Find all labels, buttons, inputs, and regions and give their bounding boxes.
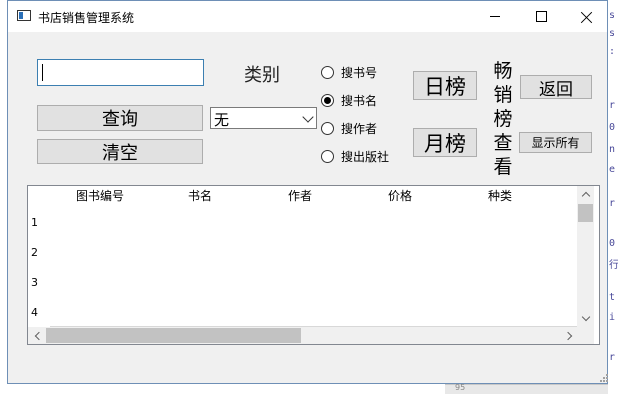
text-caret: [42, 64, 43, 81]
table-cell[interactable]: [350, 236, 451, 267]
table-cell[interactable]: [250, 236, 351, 267]
column-header[interactable]: 图书编号: [50, 186, 151, 206]
column-header[interactable]: 书名: [150, 186, 251, 206]
scroll-left-icon[interactable]: [34, 331, 44, 341]
table-cell[interactable]: [250, 206, 351, 237]
month-rank-button[interactable]: 月榜: [413, 128, 477, 157]
radio-button[interactable]: [321, 121, 334, 135]
app-icon: [17, 10, 31, 21]
bestseller-char: 畅: [493, 60, 513, 82]
table-cell[interactable]: [550, 236, 578, 267]
radio-label: 搜出版社: [341, 149, 390, 164]
radio-label: 搜书号: [341, 65, 378, 80]
table-cell[interactable]: [350, 296, 451, 327]
scroll-up-icon[interactable]: [581, 191, 591, 201]
table-corner: [28, 186, 51, 206]
close-icon: [581, 11, 593, 23]
close-button[interactable]: [564, 1, 610, 32]
scroll-right-icon[interactable]: [563, 331, 573, 341]
table-cell[interactable]: [550, 296, 578, 327]
table-cell[interactable]: [550, 206, 578, 237]
category-select[interactable]: 无: [210, 107, 317, 129]
column-header-extra[interactable]: [550, 186, 577, 206]
table-cell[interactable]: [50, 206, 151, 237]
window-title: 书店销售管理系统: [38, 11, 135, 25]
book-table[interactable]: 图书编号 书名 作者 价格 种类 1 2 3 4: [27, 185, 600, 345]
row-number[interactable]: 1: [28, 216, 50, 229]
table-cell[interactable]: [250, 296, 351, 327]
show-all-button[interactable]: 显示所有: [519, 132, 592, 153]
search-input[interactable]: [37, 59, 204, 86]
row-number[interactable]: 4: [28, 306, 50, 319]
radio-label: 搜书名: [341, 93, 378, 108]
main-window: 书店销售管理系统 查询 清空 类别 无 搜书号 搜书名 搜作者 搜出版社 日榜 …: [7, 0, 608, 384]
chevron-down-icon: [302, 111, 314, 123]
horizontal-scroll-thumb[interactable]: [46, 328, 301, 343]
table-cell[interactable]: [450, 206, 551, 237]
scroll-down-icon[interactable]: [581, 312, 591, 322]
scrollbar-corner: [577, 327, 594, 344]
table-cell[interactable]: [50, 236, 151, 267]
day-rank-button[interactable]: 日榜: [413, 71, 477, 100]
bestseller-char: 销: [493, 84, 513, 106]
vertical-scrollbar[interactable]: [577, 186, 594, 327]
category-select-value: 无: [214, 111, 230, 129]
resize-grip-icon[interactable]: [599, 373, 609, 383]
category-label: 类别: [244, 65, 280, 86]
row-number[interactable]: 2: [28, 246, 50, 259]
radio-search-isbn[interactable]: 搜书号: [321, 63, 377, 81]
bestseller-char: 榜: [493, 108, 513, 130]
vertical-scroll-thumb[interactable]: [578, 204, 593, 222]
bestseller-view-label: 畅 销 榜 查 看: [492, 59, 514, 179]
radio-search-title[interactable]: 搜书名: [321, 91, 377, 109]
table-cell[interactable]: [50, 266, 151, 297]
table-cell[interactable]: [50, 296, 151, 327]
title-bar: 书店销售管理系统: [8, 1, 607, 32]
maximize-button[interactable]: [518, 1, 564, 32]
clear-button[interactable]: 清空: [37, 139, 203, 164]
table-cell[interactable]: [450, 236, 551, 267]
background-editor-edge: ss: r0n er0 行ti r: [608, 0, 618, 393]
table-cell[interactable]: [150, 296, 251, 327]
horizontal-scrollbar[interactable]: [28, 327, 594, 344]
radio-button[interactable]: [321, 149, 334, 163]
bestseller-char: 看: [493, 156, 513, 178]
table-cell[interactable]: [550, 266, 578, 297]
table-cell[interactable]: [450, 266, 551, 297]
column-header[interactable]: 价格: [350, 186, 451, 206]
table-cell[interactable]: [150, 206, 251, 237]
table-cell[interactable]: [350, 266, 451, 297]
bestseller-char: 查: [493, 132, 513, 154]
table-cell[interactable]: [250, 266, 351, 297]
minimize-button[interactable]: [472, 1, 518, 32]
radio-search-publisher[interactable]: 搜出版社: [321, 147, 389, 165]
table-cell[interactable]: [150, 236, 251, 267]
row-number[interactable]: 3: [28, 276, 50, 289]
radio-label: 搜作者: [341, 121, 378, 136]
maximize-icon: [535, 11, 547, 22]
query-button[interactable]: 查询: [37, 105, 203, 131]
radio-search-author[interactable]: 搜作者: [321, 119, 377, 137]
table-cell[interactable]: [150, 266, 251, 297]
minimize-icon: [490, 16, 500, 17]
table-cell[interactable]: [450, 296, 551, 327]
column-header[interactable]: 作者: [250, 186, 351, 206]
back-button[interactable]: 返回: [520, 75, 592, 100]
radio-button[interactable]: [321, 65, 334, 79]
table-cell[interactable]: [350, 206, 451, 237]
column-header[interactable]: 种类: [450, 186, 551, 206]
radio-button-checked[interactable]: [321, 93, 334, 107]
